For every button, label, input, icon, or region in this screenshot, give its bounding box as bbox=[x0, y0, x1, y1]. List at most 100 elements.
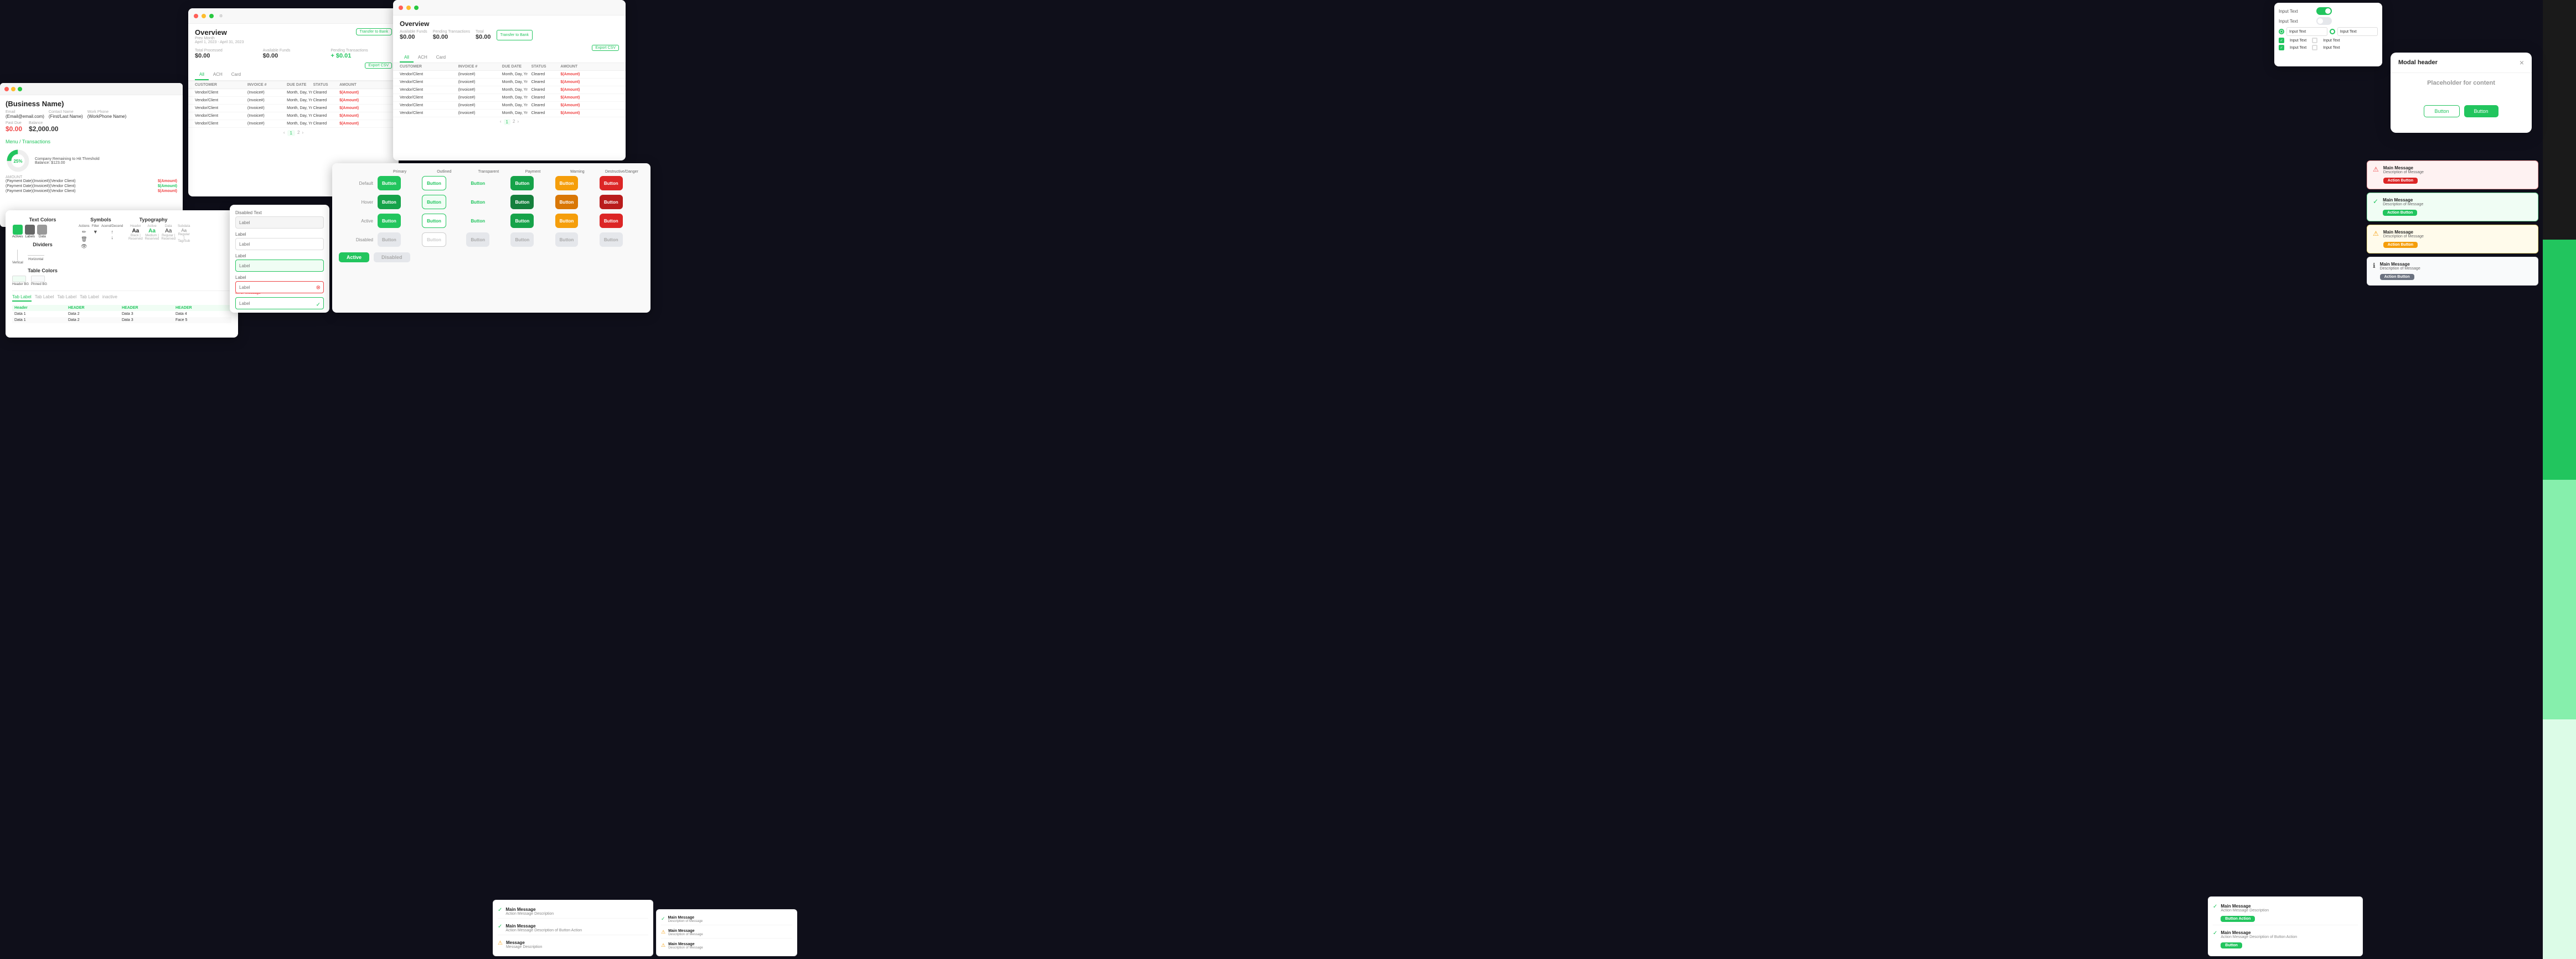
tab-ach[interactable]: ACH bbox=[209, 70, 227, 80]
checkbox-unchecked-2[interactable] bbox=[2312, 45, 2317, 50]
transfer-bank-btn[interactable]: Transfer to Bank bbox=[497, 30, 533, 40]
sort-desc-icon[interactable]: ↓ bbox=[101, 235, 123, 240]
btn-transparent-hover[interactable]: Button bbox=[466, 195, 489, 209]
modal-button-fill[interactable]: Button bbox=[2464, 105, 2498, 117]
btn-warning-hover[interactable]: Button bbox=[555, 195, 579, 209]
close-icon[interactable]: × bbox=[2520, 58, 2524, 67]
tab-all[interactable]: All bbox=[195, 70, 209, 80]
next-page[interactable]: › bbox=[302, 130, 303, 136]
page-1[interactable]: 1 bbox=[287, 130, 295, 136]
big-page-1[interactable]: 1 bbox=[504, 119, 510, 125]
filter-icon[interactable]: ▼ bbox=[93, 229, 98, 235]
btn-payment-active[interactable]: Button bbox=[510, 214, 534, 228]
notif-success-btn[interactable]: Action Button bbox=[2383, 210, 2417, 216]
menu-transactions-link[interactable]: Menu / Transactions bbox=[6, 139, 50, 144]
big-tab-card[interactable]: Card bbox=[432, 53, 450, 63]
sort-asc-icon[interactable]: ↑ bbox=[101, 229, 123, 235]
page-2[interactable]: 2 bbox=[297, 130, 300, 136]
btn-danger-active[interactable]: Button bbox=[600, 214, 623, 228]
big-tab-all[interactable]: All bbox=[400, 53, 414, 63]
radio-filled[interactable] bbox=[2279, 29, 2284, 34]
normal-input[interactable] bbox=[235, 238, 324, 250]
big-page-2[interactable]: 2 bbox=[513, 119, 515, 125]
gear-icon[interactable]: ⚙ bbox=[219, 14, 223, 18]
btn-outlined-active[interactable]: Button bbox=[422, 214, 446, 228]
radio-empty[interactable] bbox=[2330, 29, 2335, 34]
th-status: STATUS bbox=[313, 83, 339, 87]
btn-primary-default[interactable]: Button bbox=[378, 176, 401, 190]
mini-trans-row[interactable]: (Payment Date)(Invoice#)(Vendor Client) … bbox=[6, 179, 177, 183]
big-table-row[interactable]: Vendor/Client (Invoice#) Month, Day, Yr … bbox=[393, 102, 626, 110]
notif-neutral-btn[interactable]: Action Button bbox=[2380, 274, 2414, 280]
table-row[interactable]: Vendor/Client (Invoice#) Month, Day, Yr … bbox=[188, 89, 399, 97]
success-input[interactable] bbox=[235, 297, 324, 309]
notif-error-btn[interactable]: Action Button bbox=[2383, 178, 2418, 184]
table-row[interactable]: Vendor/Client (Invoice#) Month, Day, Yr … bbox=[188, 105, 399, 112]
btn-primary-hover[interactable]: Button bbox=[378, 195, 401, 209]
disabled-input[interactable] bbox=[235, 216, 324, 229]
big-table-row[interactable]: Vendor/Client (Invoice#) Month, Day, Yr … bbox=[393, 71, 626, 79]
big-table-row[interactable]: Vendor/Client (Invoice#) Month, Day, Yr … bbox=[393, 110, 626, 117]
big-tabs: All ACH Card bbox=[393, 53, 626, 63]
action-icon-1[interactable]: ✏ bbox=[79, 229, 90, 235]
msg-desc-3: Message Description bbox=[506, 945, 542, 949]
table-sample-row-1[interactable]: Data 1 Data 2 Data 3 Data 4 bbox=[12, 311, 231, 317]
table-row[interactable]: Vendor/Client (Invoice#) Month, Day, Yr … bbox=[188, 120, 399, 128]
btn-primary-active[interactable]: Button bbox=[378, 214, 401, 228]
btn-warning-default[interactable]: Button bbox=[555, 176, 579, 190]
tab-inactive-3[interactable]: Tab Label bbox=[80, 294, 99, 302]
tab-inactive-4[interactable]: inactive bbox=[102, 294, 117, 302]
btn-warning-active[interactable]: Button bbox=[555, 214, 579, 228]
tab-inactive-1[interactable]: Tab Label bbox=[35, 294, 54, 302]
btn-outlined-hover[interactable]: Button bbox=[422, 195, 446, 209]
active-input[interactable] bbox=[235, 260, 324, 272]
tab-card[interactable]: Card bbox=[227, 70, 245, 80]
big-export-btn[interactable]: Export CSV bbox=[592, 45, 619, 51]
btn-payment-disabled: Button bbox=[510, 232, 534, 247]
pending-label: Pending Transactions bbox=[331, 49, 392, 53]
tab-active-1[interactable]: Tab Label bbox=[12, 294, 32, 302]
big-next[interactable]: › bbox=[517, 119, 519, 125]
table-row[interactable]: Vendor/Client (Invoice#) Month, Day, Yr … bbox=[188, 97, 399, 105]
large-msg-2: ✓ Main Message Action Message Descriptio… bbox=[2213, 928, 2358, 951]
btn-payment-hover[interactable]: Button bbox=[510, 195, 534, 209]
big-table-row[interactable]: Vendor/Client (Invoice#) Month, Day, Yr … bbox=[393, 94, 626, 102]
large-msg-btn-2[interactable]: Button bbox=[2221, 942, 2242, 948]
prev-page[interactable]: ‹ bbox=[283, 130, 285, 136]
notif-warning-btn[interactable]: Action Button bbox=[2383, 242, 2418, 248]
export-btn[interactable]: Export CSV bbox=[365, 63, 392, 69]
transfer-btn[interactable]: Transfer to Bank bbox=[356, 28, 393, 35]
action-icon-2[interactable]: 🗑 bbox=[79, 236, 90, 242]
big-tab-ach[interactable]: ACH bbox=[414, 53, 432, 63]
big-prev[interactable]: ‹ bbox=[500, 119, 502, 125]
mini-trans-row[interactable]: (Payment Date)(Invoice#)(Vendor Client) … bbox=[6, 184, 177, 188]
btn-payment-default[interactable]: Button bbox=[510, 176, 534, 190]
btn-danger-hover[interactable]: Button bbox=[600, 195, 623, 209]
toggle-switch-on[interactable] bbox=[2316, 7, 2332, 15]
big-table-row[interactable]: Vendor/Client (Invoice#) Month, Day, Yr … bbox=[393, 79, 626, 86]
checkbox-checked[interactable]: ✓ bbox=[2279, 38, 2284, 43]
donut-area: 25% Company Remaining to Hit Threshold B… bbox=[6, 148, 177, 173]
btn-danger-default[interactable]: Button bbox=[600, 176, 623, 190]
checkbox-unchecked[interactable] bbox=[2312, 38, 2317, 43]
notif-warning-desc: Description of Message bbox=[2383, 235, 2532, 239]
btn-outlined-default[interactable]: Button bbox=[422, 176, 446, 190]
notif-warning-icon: ⚠ bbox=[2373, 230, 2379, 237]
table-sample-row-2[interactable]: Data 1 Data 2 Data 3 Face 5 bbox=[12, 317, 231, 323]
action-icon-3[interactable]: 👁 bbox=[79, 243, 90, 250]
table-row[interactable]: Vendor/Client (Invoice#) Month, Day, Yr … bbox=[188, 112, 399, 120]
toggle-switch-off[interactable] bbox=[2316, 17, 2332, 25]
large-msg-btn-1[interactable]: Button Action bbox=[2221, 916, 2255, 922]
big-table-row[interactable]: Vendor/Client (Invoice#) Month, Day, Yr … bbox=[393, 86, 626, 94]
error-input[interactable] bbox=[235, 281, 324, 293]
actions-symbols: Actions ✏ 🗑 👁 bbox=[79, 225, 90, 250]
btn-transparent-active[interactable]: Button bbox=[466, 214, 489, 228]
btn-transparent-default[interactable]: Button bbox=[466, 176, 489, 190]
checkbox-checked-2[interactable]: ✓ bbox=[2279, 45, 2284, 50]
swatch-light-green bbox=[2543, 480, 2576, 719]
mini-trans-row[interactable]: (Payment Date)(Invoice#)(Vendor Client) … bbox=[6, 189, 177, 193]
available-funds-label: Available Funds bbox=[263, 49, 324, 53]
tab-inactive-2[interactable]: Tab Label bbox=[57, 294, 76, 302]
big-stat-1: Available Funds $0.00 bbox=[400, 30, 427, 40]
modal-button-outline[interactable]: Button bbox=[2424, 105, 2459, 117]
